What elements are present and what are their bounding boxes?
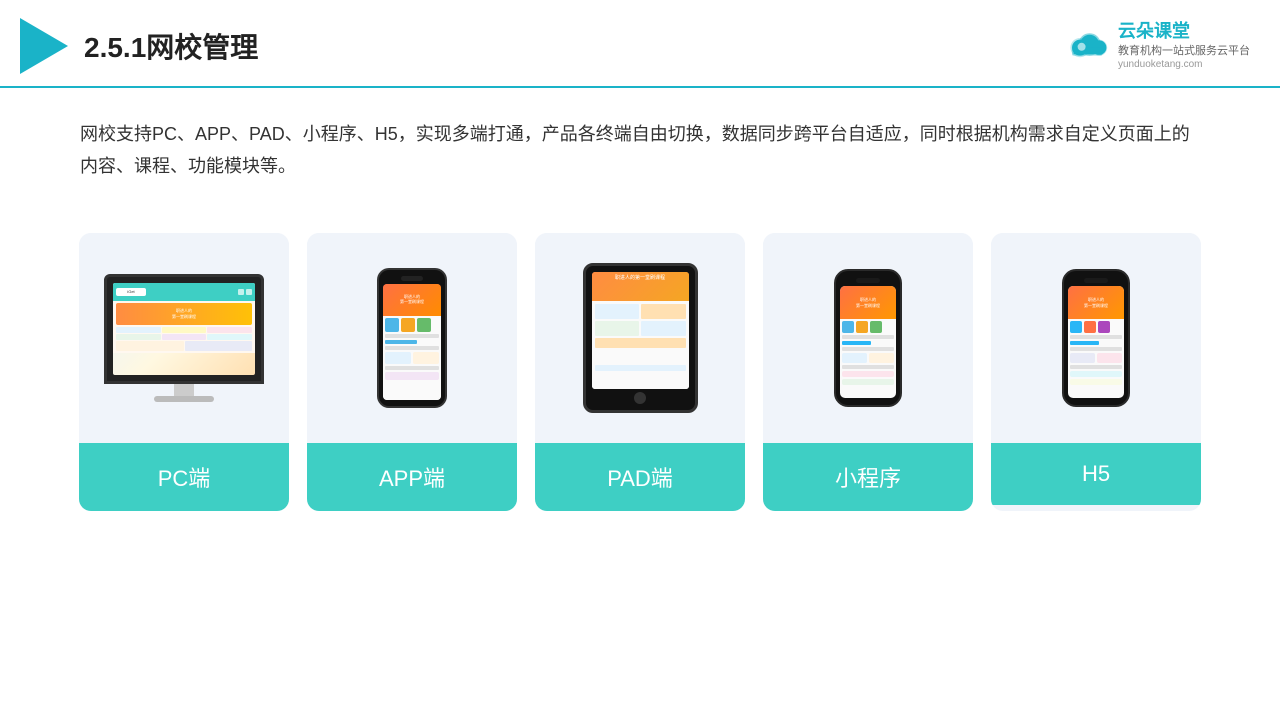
brand-tagline: 教育机构一站式服务云平台 bbox=[1118, 42, 1250, 58]
page-header: 2.5.1网校管理 云朵课堂 教育机构一站式服务云平台 yunduoketang… bbox=[0, 0, 1280, 88]
header-right: 云朵课堂 教育机构一站式服务云平台 yunduoketang.com bbox=[1064, 22, 1250, 70]
page-title: 2.5.1网校管理 bbox=[84, 26, 258, 66]
card-pc-label: PC端 bbox=[79, 443, 289, 511]
card-pc: iGet 职进人的第一堂刷课程 bbox=[79, 233, 289, 511]
card-pad: 职进人的第一堂刷课程 PAD端 bbox=[535, 233, 745, 511]
card-h5-label: H5 bbox=[991, 443, 1201, 505]
card-miniprogram: 职进人的第一堂刷课程 bbox=[763, 233, 973, 511]
card-h5: 职进人的第一堂刷课程 bbox=[991, 233, 1201, 511]
description-text: 网校支持PC、APP、PAD、小程序、H5，实现多端打通，产品各终端自由切换，数… bbox=[0, 88, 1280, 193]
card-h5-image: 职进人的第一堂刷课程 bbox=[991, 233, 1201, 443]
description-paragraph: 网校支持PC、APP、PAD、小程序、H5，实现多端打通，产品各终端自由切换，数… bbox=[80, 118, 1200, 183]
card-app-label: APP端 bbox=[307, 443, 517, 511]
cards-container: iGet 职进人的第一堂刷课程 bbox=[0, 203, 1280, 541]
card-miniprogram-image: 职进人的第一堂刷课程 bbox=[763, 233, 973, 443]
card-app-image: 职进人的第一堂刷课程 bbox=[307, 233, 517, 443]
pc-mockup: iGet 职进人的第一堂刷课程 bbox=[104, 274, 264, 402]
brand-logo: 云朵课堂 教育机构一站式服务云平台 yunduoketang.com bbox=[1064, 22, 1250, 70]
card-pc-image: iGet 职进人的第一堂刷课程 bbox=[79, 233, 289, 443]
pad-tablet-mockup: 职进人的第一堂刷课程 bbox=[583, 263, 698, 413]
header-left: 2.5.1网校管理 bbox=[20, 18, 258, 74]
h5-phone-mockup: 职进人的第一堂刷课程 bbox=[1062, 269, 1130, 407]
app-phone-mockup: 职进人的第一堂刷课程 bbox=[377, 268, 447, 408]
card-pad-image: 职进人的第一堂刷课程 bbox=[535, 233, 745, 443]
card-app: 职进人的第一堂刷课程 bbox=[307, 233, 517, 511]
card-pad-label: PAD端 bbox=[535, 443, 745, 511]
brand-name: 云朵课堂 bbox=[1118, 22, 1250, 40]
miniprogram-phone-mockup: 职进人的第一堂刷课程 bbox=[834, 269, 902, 407]
card-miniprogram-label: 小程序 bbox=[763, 443, 973, 511]
brand-url: yunduoketang.com bbox=[1118, 59, 1250, 70]
cloud-icon bbox=[1064, 30, 1112, 62]
logo-triangle-icon bbox=[20, 18, 68, 74]
